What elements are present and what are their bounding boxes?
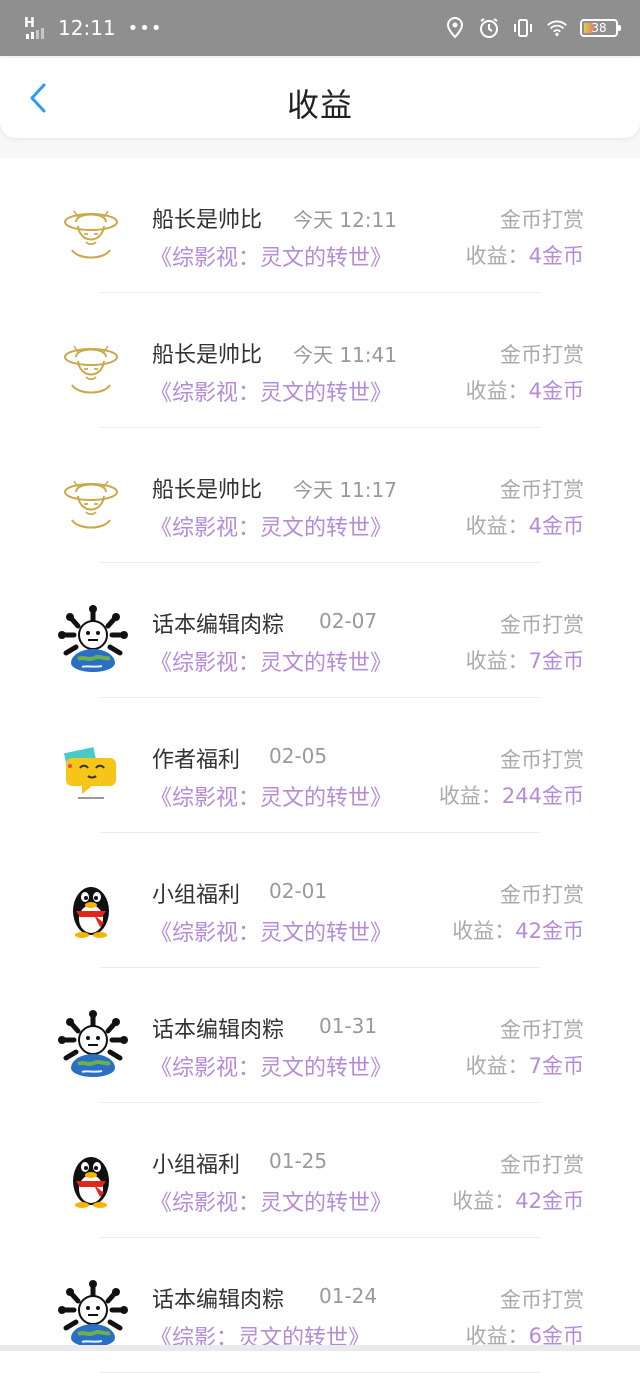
reward-type: 金币打赏 <box>500 1018 584 1042</box>
work-title-link[interactable]: 《综影视：灵文的转世》 <box>150 645 392 677</box>
alarm-icon <box>478 17 500 39</box>
earning-label: 收益： <box>452 1189 516 1213</box>
earning-label: 收益： <box>465 649 529 673</box>
work-title-link[interactable]: 《综影视：灵文的转世》 <box>150 1050 392 1082</box>
reward-date: 今天 12:11 <box>293 208 397 232</box>
status-bar: H 12:11 ••• 38 <box>0 0 640 56</box>
reward-date: 今天 11:17 <box>293 478 397 502</box>
reward-type: 金币打赏 <box>500 343 584 367</box>
earning-amount: 收益：7金币 <box>466 1050 584 1080</box>
earning-amount: 收益：42金币 <box>452 915 584 945</box>
sender-name: 小组福利 <box>152 883 241 908</box>
penguin-avatar-icon[interactable] <box>58 875 124 941</box>
bottom-edge <box>0 1345 640 1351</box>
earnings-list: 船长是帅比 今天 12:11 金币打赏 《综影视：灵文的转世》 收益：4金币 船长是帅比… <box>0 158 640 1373</box>
earnings-list-item[interactable]: 话本编辑肉粽 01-24 金币打赏 《综影：灵文的转世》 收益：6金币 <box>0 1238 640 1373</box>
earning-label: 收益： <box>465 244 529 268</box>
chat-bubble-avatar-icon[interactable] <box>58 740 124 806</box>
earning-value: 4金币 <box>528 379 584 403</box>
battery-icon: 38 <box>580 19 621 37</box>
reward-date: 02-01 <box>269 879 328 903</box>
earth-skull-avatar-icon[interactable] <box>58 1280 128 1347</box>
sender-name: 作者福利 <box>152 748 241 773</box>
more-notifications-icon: ••• <box>127 17 163 39</box>
penguin-avatar-icon[interactable] <box>58 1145 124 1211</box>
sender-name: 话本编辑肉粽 <box>152 1018 285 1043</box>
earnings-list-item[interactable]: 小组福利 01-25 金币打赏《综影视：灵文的转世》 收益：42金币 <box>0 1103 640 1238</box>
location-icon <box>444 17 466 39</box>
sender-name: 船长是帅比 <box>152 343 263 368</box>
network-signal-icon: H <box>24 17 50 39</box>
earnings-list-item[interactable]: 船长是帅比 今天 12:11 金币打赏《综影视：灵文的转世》 收益：4金币 <box>0 158 640 293</box>
earnings-list-item[interactable]: 小组福利 02-01 金币打赏《综影视：灵文的转世》 收益：42金币 <box>0 833 640 968</box>
reward-type: 金币打赏 <box>500 883 584 907</box>
earning-value: 4金币 <box>528 244 584 268</box>
earnings-list-item[interactable]: 船长是帅比 今天 11:17 金币打赏《综影视：灵文的转世》 收益：4金币 <box>0 428 640 563</box>
earning-label: 收益： <box>452 919 516 943</box>
earning-value: 42金币 <box>515 1189 584 1213</box>
earning-amount: 收益：244金币 <box>439 780 584 810</box>
earning-label: 收益： <box>438 784 502 808</box>
reward-date: 01-24 <box>319 1284 378 1308</box>
earnings-list-item[interactable]: 话本编辑肉粽 02-07 金币打赏《综影视：灵文的转世》 收益：7金币 <box>0 563 640 698</box>
earning-label: 收益： <box>465 379 529 403</box>
earning-label: 收益： <box>465 1054 529 1078</box>
earning-amount: 收益：4金币 <box>466 240 584 270</box>
reward-type: 金币打赏 <box>500 208 584 232</box>
work-title-link[interactable]: 《综影视：灵文的转世》 <box>150 375 392 407</box>
work-title-link[interactable]: 《综影视：灵文的转世》 <box>150 510 392 542</box>
reward-date: 02-07 <box>319 609 378 633</box>
reward-date: 01-31 <box>319 1014 378 1038</box>
earning-label: 收益： <box>465 514 529 538</box>
wifi-icon <box>546 17 568 39</box>
earning-value: 7金币 <box>528 649 584 673</box>
reward-type: 金币打赏 <box>500 1153 584 1177</box>
sender-name: 话本编辑肉粽 <box>152 1288 285 1313</box>
straw-hat-avatar-icon[interactable] <box>58 335 124 401</box>
straw-hat-avatar-icon[interactable] <box>58 200 124 266</box>
sender-name: 小组福利 <box>152 1153 241 1178</box>
straw-hat-avatar-icon[interactable] <box>58 470 124 536</box>
reward-type: 金币打赏 <box>500 613 584 637</box>
status-time: 12:11 <box>58 16 116 40</box>
reward-date: 今天 11:41 <box>293 343 397 367</box>
earning-amount: 收益：4金币 <box>466 510 584 540</box>
earning-amount: 收益：4金币 <box>466 375 584 405</box>
earning-amount: 收益：7金币 <box>466 645 584 675</box>
earnings-list-item[interactable]: 话本编辑肉粽 01-31 金币打赏《综影视：灵文的转世》 收益：7金币 <box>0 968 640 1103</box>
work-title-link[interactable]: 《综影视：灵文的转世》 <box>150 915 392 947</box>
earning-value: 4金币 <box>528 514 584 538</box>
earth-skull-avatar-icon[interactable] <box>58 605 128 672</box>
sender-name: 船长是帅比 <box>152 208 263 233</box>
page-title: 收益 <box>286 86 353 124</box>
earning-value: 42金币 <box>515 919 584 943</box>
work-title-link[interactable]: 《综影视：灵文的转世》 <box>150 1185 392 1217</box>
vibrate-icon <box>512 17 534 39</box>
earning-value: 7金币 <box>528 1054 584 1078</box>
work-title-link[interactable]: 《综影视：灵文的转世》 <box>150 780 392 812</box>
page-header: 收益 <box>0 58 640 138</box>
earning-value: 244金币 <box>501 784 584 808</box>
work-title-link[interactable]: 《综影视：灵文的转世》 <box>150 240 392 272</box>
sender-name: 话本编辑肉粽 <box>152 613 285 638</box>
earnings-list-item[interactable]: 作者福利 02-05 金币打赏《综影视：灵文的转世》 收益：244金币 <box>0 698 640 833</box>
reward-date: 01-25 <box>269 1149 328 1173</box>
reward-type: 金币打赏 <box>500 478 584 502</box>
reward-type: 金币打赏 <box>500 1288 584 1312</box>
earnings-list-item[interactable]: 船长是帅比 今天 11:41 金币打赏《综影视：灵文的转世》 收益：4金币 <box>0 293 640 428</box>
earth-skull-avatar-icon[interactable] <box>58 1010 128 1077</box>
reward-type: 金币打赏 <box>500 748 584 772</box>
sender-name: 船长是帅比 <box>152 478 263 503</box>
earning-amount: 收益：42金币 <box>452 1185 584 1215</box>
reward-date: 02-05 <box>269 744 328 768</box>
